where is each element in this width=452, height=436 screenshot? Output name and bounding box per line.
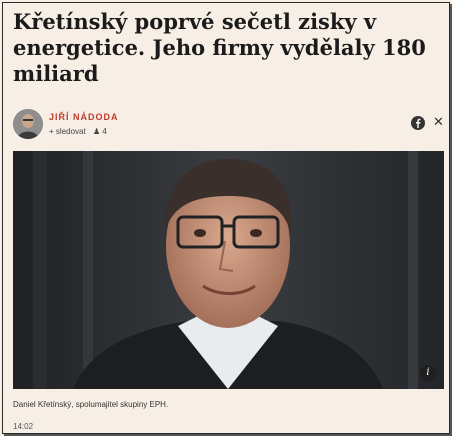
facebook-icon[interactable] bbox=[411, 116, 425, 130]
author-name[interactable]: JIŘÍ NÁDODA bbox=[49, 112, 119, 122]
x-icon[interactable]: ✕ bbox=[433, 115, 444, 130]
publish-time: 14:02 bbox=[13, 422, 34, 431]
followers-count: ♟ 4 bbox=[93, 127, 107, 136]
followers-number: 4 bbox=[102, 127, 107, 136]
photo-caption: Daniel Křetínský, spolumajitel skupiny E… bbox=[13, 400, 169, 409]
author-avatar[interactable] bbox=[13, 109, 43, 139]
info-icon[interactable]: i bbox=[420, 365, 436, 381]
article-headline: Křetínský poprvé sečetl zisky v energeti… bbox=[13, 9, 426, 86]
follow-button[interactable]: + sledovat bbox=[49, 127, 86, 136]
article-photo: i bbox=[13, 151, 444, 389]
article-frame: Křetínský poprvé sečetl zisky v energeti… bbox=[2, 2, 450, 434]
person-icon: ♟ bbox=[93, 127, 101, 136]
author-row: JIŘÍ NÁDODA + sledovat ♟ 4 ✕ bbox=[13, 109, 444, 141]
